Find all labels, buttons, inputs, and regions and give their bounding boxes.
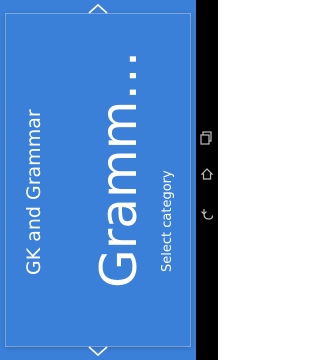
system-navigation-bar <box>196 0 218 360</box>
chevron-down-icon[interactable] <box>85 344 111 358</box>
back-icon[interactable] <box>199 206 215 222</box>
recent-apps-icon[interactable] <box>199 130 215 146</box>
select-category-label: Select category <box>160 170 175 272</box>
screen: GK and Grammar Gramm… Select category <box>0 0 218 360</box>
app-title: GK and Grammar <box>23 109 45 275</box>
category-card[interactable]: GK and Grammar Gramm… Select category <box>6 14 190 346</box>
category-title: Gramm… <box>90 50 148 288</box>
app-screen: GK and Grammar Gramm… Select category <box>0 0 196 360</box>
home-icon[interactable] <box>199 166 215 182</box>
chevron-up-icon[interactable] <box>85 2 111 16</box>
